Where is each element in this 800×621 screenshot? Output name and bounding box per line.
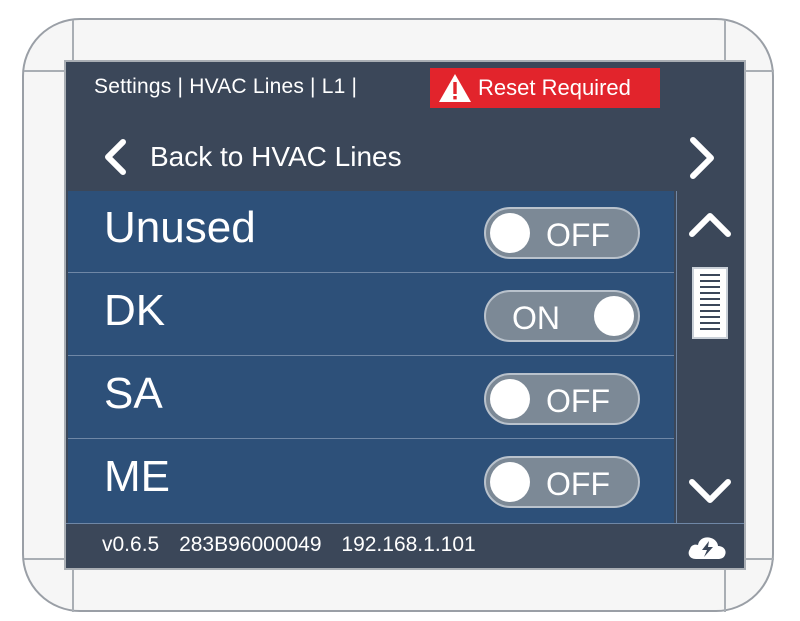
cloud-sync-icon[interactable] <box>686 533 728 561</box>
list-item: ME OFF <box>68 440 674 522</box>
status-bar: v0.6.5 283B96000049 192.168.1.101 <box>66 523 744 568</box>
toggle-state: OFF <box>546 383 610 419</box>
list-item: DK ON <box>68 274 674 356</box>
toggle-knob <box>490 379 530 419</box>
nav-row: Back to HVAC Lines <box>66 122 744 192</box>
reset-required-label: Reset Required <box>478 75 631 100</box>
toggle-knob <box>490 462 530 502</box>
chevron-right-icon[interactable] <box>686 136 718 180</box>
reset-required-alert[interactable]: Reset Required <box>430 68 660 108</box>
toggle-switch[interactable]: OFF <box>484 456 640 508</box>
toggle-switch[interactable]: OFF <box>484 207 640 259</box>
back-button[interactable]: Back to HVAC Lines <box>102 132 402 182</box>
scroll-thumb[interactable] <box>692 267 728 339</box>
chevron-up-icon[interactable] <box>687 209 733 239</box>
toggle-switch[interactable]: OFF <box>484 373 640 425</box>
chevron-down-icon[interactable] <box>687 477 733 507</box>
breadcrumb: Settings | HVAC Lines | L1 | <box>94 75 358 98</box>
setting-label: DK <box>104 286 166 335</box>
toggle-knob <box>594 296 634 336</box>
toggle-knob <box>490 213 530 253</box>
setting-label: ME <box>104 452 170 501</box>
list-item: Unused OFF <box>68 191 674 273</box>
toggle-state: ON <box>512 300 560 336</box>
scrollbar[interactable] <box>676 191 744 523</box>
settings-list: Unused OFF DK ON SA OFF ME OFF <box>68 191 674 523</box>
warning-icon <box>439 74 471 102</box>
serial-number: 283B96000049 <box>179 533 322 556</box>
list-item: SA OFF <box>68 357 674 439</box>
setting-label: Unused <box>104 203 256 252</box>
device-screen: Settings | HVAC Lines | L1 | Reset Requi… <box>64 60 746 570</box>
back-label: Back to HVAC Lines <box>150 141 402 172</box>
chevron-left-icon <box>105 139 126 175</box>
setting-label: SA <box>104 369 163 418</box>
toggle-state: OFF <box>546 217 610 253</box>
device-info: v0.6.5 283B96000049 192.168.1.101 <box>102 533 490 557</box>
toggle-state: OFF <box>546 466 610 502</box>
version-label: v0.6.5 <box>102 533 160 556</box>
toggle-switch[interactable]: ON <box>484 290 640 342</box>
ip-address: 192.168.1.101 <box>341 533 476 556</box>
